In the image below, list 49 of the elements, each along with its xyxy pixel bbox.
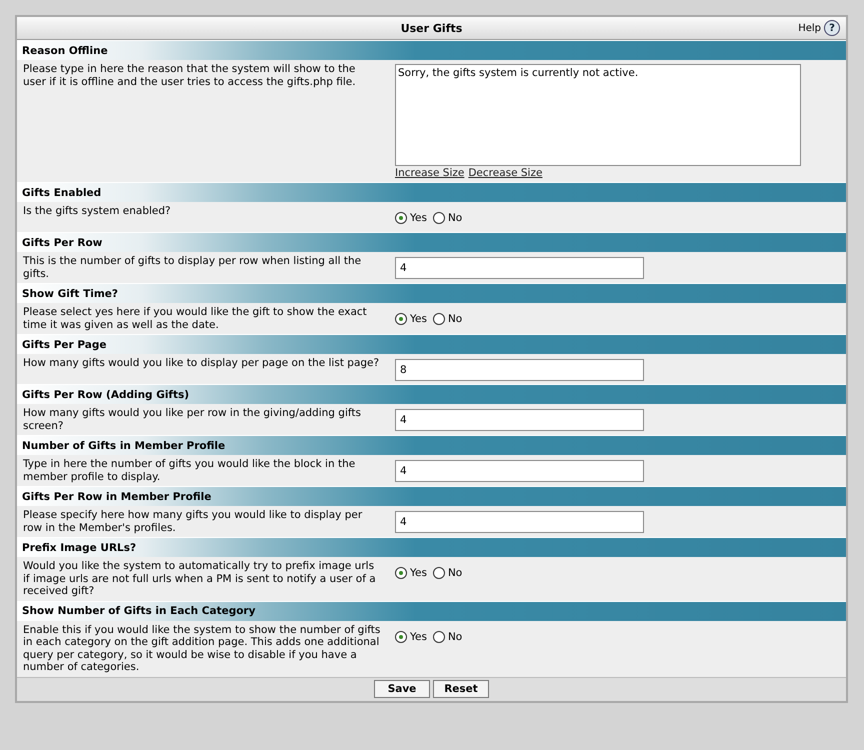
section-title: Number of Gifts in Member Profile [22,440,226,452]
setting-description: Please select yes here if you would like the gift to show the exact time it was given as well as the date. [23,306,368,331]
radio-label[interactable]: Yes [410,313,427,325]
setting-description: Type in here the number of gifts you would like the block in the member profile to display. [23,458,356,483]
input-field[interactable]: 4 [395,511,644,533]
section-title: Gifts Enabled [22,186,102,198]
radio-button[interactable] [395,567,407,579]
radio-label[interactable]: Yes [410,212,427,224]
size-link[interactable]: Decrease Size [468,167,542,179]
section-title: Prefix Image URLs? [22,542,136,554]
radio-label[interactable]: No [448,313,462,325]
section-title: Show Gift Time? [22,288,118,300]
setting-description: Is the gifts system enabled? [23,205,172,219]
section-title: Gifts Per Row [22,236,102,248]
section-title: Show Number of Gifts in Each Category [22,605,256,617]
radio-button[interactable] [395,630,407,642]
setting-description: This is the number of gifts to display per row when listing all the gifts. [23,255,362,280]
setting-description: How many gifts would you like to display per page on the list page? [23,357,380,371]
setting-description: Enable this if you would like the system to show the number of gifts in each category on the gift addition page. This adds one additional query per category, so it would be wise to disable if you have a number of categories. [23,624,381,674]
form-button[interactable]: Save [374,680,430,698]
section-title: Gifts Per Page [22,338,106,350]
text-area[interactable]: Sorry, the gifts system is currently not active. [395,64,801,166]
radio-label[interactable]: No [448,630,462,642]
section-title: Reason Offline [22,44,108,56]
input-field[interactable]: 4 [395,409,644,431]
input-field[interactable]: 4 [395,257,644,279]
input-field[interactable]: 8 [395,359,644,381]
radio-button[interactable] [395,313,407,325]
radio-button[interactable] [395,212,407,224]
radio-button[interactable] [432,212,445,224]
setting-description: Please specify here how many gifts you would like to display per row in the Member's profiles. [23,509,364,534]
section-title: Gifts Per Row (Adding Gifts) [22,388,190,400]
setting-description: How many gifts would you like per row in the giving/adding gifts screen? [23,407,362,432]
form-button[interactable]: Reset [433,680,489,698]
radio-label[interactable]: No [448,567,462,579]
help-icon[interactable]: ? [824,20,840,36]
setting-description: Would you like the system to automatically try to prefix image urls if image urls are not full urls when a PM is sent to notify a user of a received gift? [23,560,377,598]
setting-description: Please type in here the reason that the system will show to the user if it is offline and the user tries to access the gifts.php file. [23,63,357,90]
panel-title: User Gifts [400,22,462,34]
input-field[interactable]: 4 [395,460,644,482]
section-title: Gifts Per Row in Member Profile [22,490,212,502]
radio-button[interactable] [432,313,445,325]
help-link[interactable]: Help ? [798,20,840,36]
radio-label[interactable]: No [448,212,462,224]
radio-button[interactable] [432,630,445,642]
radio-label[interactable]: Yes [410,630,427,642]
radio-label[interactable]: Yes [410,567,427,579]
size-link[interactable]: Increase Size [395,167,464,179]
radio-button[interactable] [432,567,445,579]
